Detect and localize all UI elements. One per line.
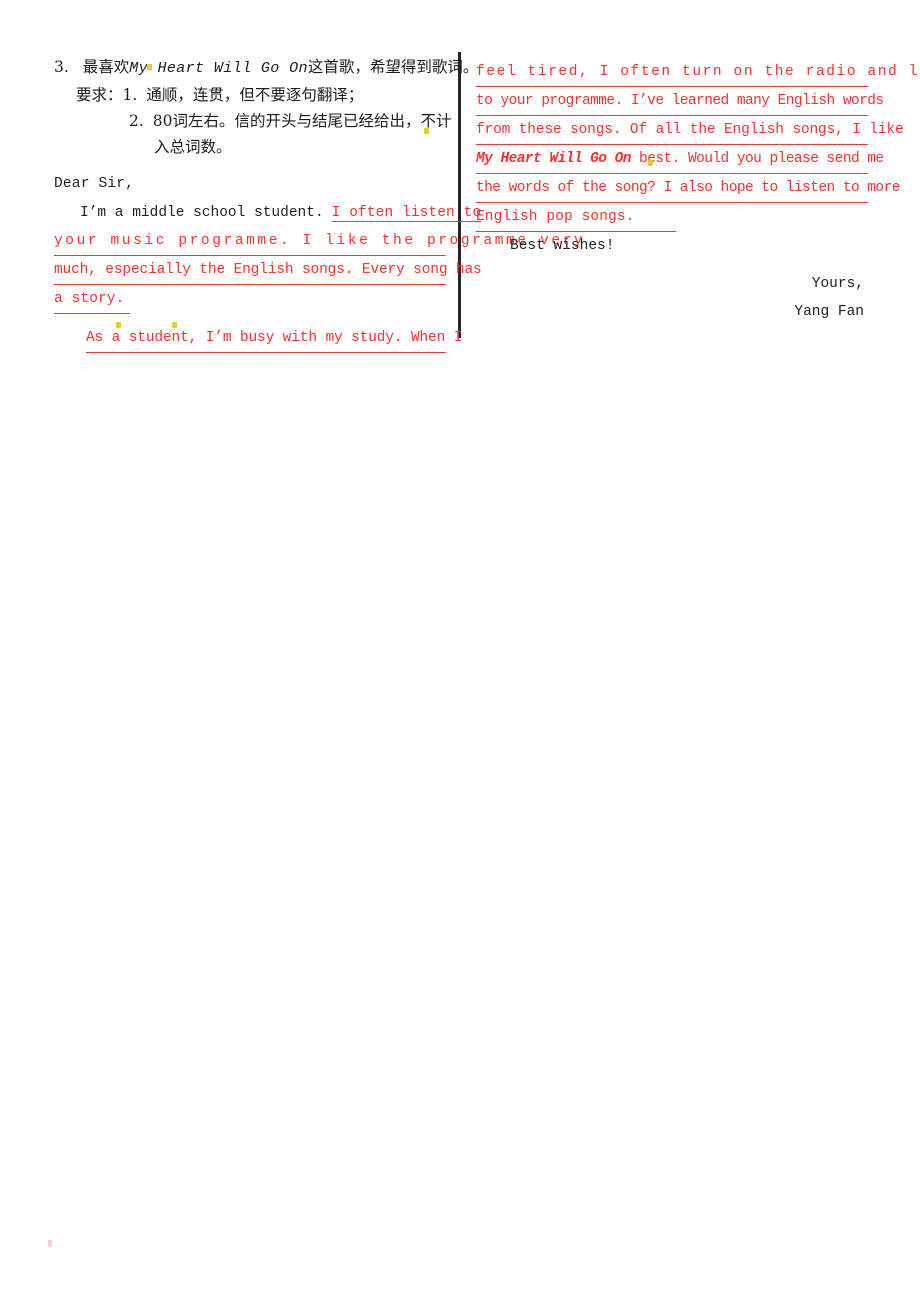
- req-1-text: 通顺，连贯，但不要逐句翻译；: [146, 86, 364, 104]
- prompt-requirements-line-1: 要求：1. 通顺，连贯，但不要逐句翻译；: [54, 82, 446, 108]
- letter-signature: Yang Fan: [794, 304, 864, 320]
- spacer-before-signature: [476, 260, 868, 270]
- prompt-text-after: 这首歌，希望得到歌词。: [307, 58, 479, 76]
- spacer-before-salutation: [54, 160, 446, 170]
- scan-artifact-speck: [116, 322, 121, 328]
- letter-yours: Yours,: [811, 276, 864, 292]
- letter-best-wishes: Best wishes!: [510, 238, 615, 254]
- prompt-text-before: 最喜欢: [82, 58, 130, 76]
- answer-line: As a student, I’m busy with my study. Wh…: [86, 324, 462, 353]
- letter-para1-black-text: I’m a middle school student.: [80, 205, 324, 221]
- answer-line: a story.: [54, 285, 130, 314]
- scan-artifact-speck: [648, 160, 653, 166]
- requirements-label: 要求：: [76, 86, 123, 104]
- left-column: 3. 最喜欢My Heart Will Go On这首歌，希望得到歌词。 要求：…: [54, 54, 583, 353]
- scan-artifact-speck: [424, 128, 429, 134]
- req-2-continuation: 入总词数。: [154, 138, 232, 156]
- req-2-number: 2.: [129, 112, 144, 130]
- prompt-requirements-line-3: 入总词数。: [54, 134, 446, 160]
- right-column: feel tired, I often turn on the radio an…: [476, 58, 920, 326]
- answer-line: feel tired, I often turn on the radio an…: [476, 58, 920, 87]
- req-2-text: 80词左右。信的开头与结尾已经给出，不计: [152, 112, 452, 130]
- letter-salutation: Dear Sir,: [54, 176, 135, 192]
- answer-line: English pop songs.: [476, 203, 676, 232]
- answer-line: from these songs. Of all the English son…: [476, 116, 904, 145]
- answer-text-inline: I often listen to: [331, 205, 482, 222]
- song-title-prompt: My Heart Will Go On: [129, 60, 308, 77]
- answer-line: your music programme. I like the program…: [54, 227, 583, 256]
- document-page: 3. 最喜欢My Heart Will Go On这首歌，希望得到歌词。 要求：…: [0, 0, 920, 1302]
- prompt-requirements-line-2: 2. 80词左右。信的开头与结尾已经给出，不计: [54, 108, 452, 134]
- answer-line: to your programme. I’ve learned many Eng…: [476, 87, 884, 116]
- prompt-line-1: 3. 最喜欢My Heart Will Go On这首歌，希望得到歌词。: [54, 54, 478, 82]
- answer-line: the words of the song? I also hope to li…: [476, 174, 900, 203]
- answer-line-with-song-title: My Heart Will Go On best. Would you plea…: [476, 145, 884, 174]
- prompt-item-number: 3.: [54, 58, 69, 76]
- spacer-between-paragraphs: [54, 314, 446, 324]
- answer-line: much, especially the English songs. Ever…: [54, 256, 482, 285]
- req-1-number: 1.: [122, 86, 138, 104]
- song-title-answer: My Heart Will Go On: [476, 151, 631, 167]
- answer-line-remainder: best. Would you please send me: [630, 151, 884, 167]
- scan-artifact-speck: [172, 322, 177, 328]
- scan-artifact-speck: [48, 1240, 52, 1247]
- letter-paragraph-1-line-1: I’m a middle school student. I often list…: [54, 198, 482, 227]
- column-divider: [458, 52, 461, 338]
- scan-artifact-speck: [147, 64, 152, 70]
